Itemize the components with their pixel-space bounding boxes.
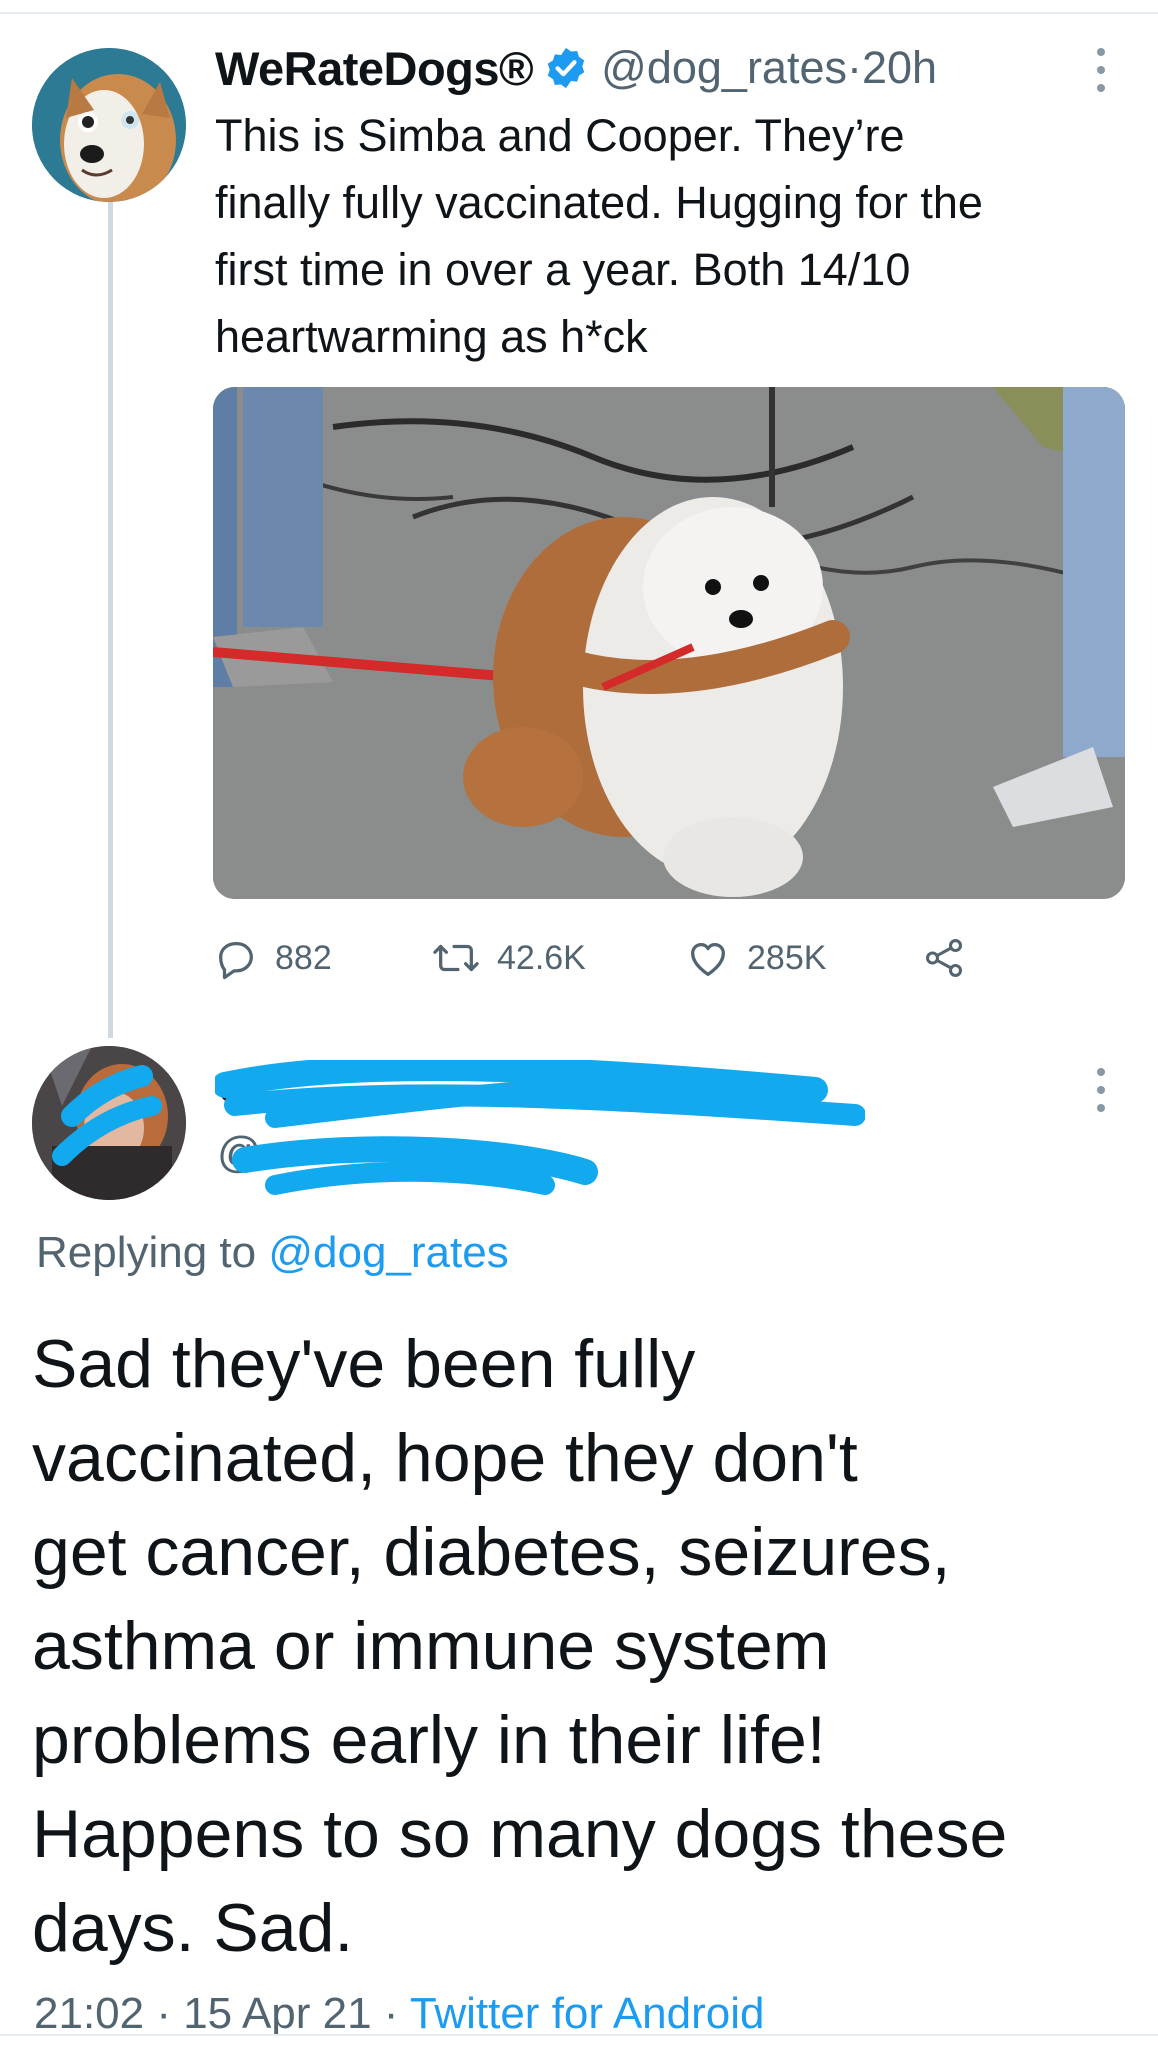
tweet-actions: 882 42.6K 285K [213, 930, 1013, 986]
reply-text-line: get cancer, diabetes, seizures, [32, 1514, 951, 1590]
time-separator: · [847, 42, 862, 93]
reply-bubble-icon [219, 941, 253, 980]
like-count: 285K [747, 938, 827, 977]
dog-avatar-image [32, 48, 186, 202]
reply-body: Sad they've been fully vaccinated, hope … [32, 1317, 1142, 1975]
replying-to-label: Replying to [36, 1228, 269, 1277]
reply-text-line: vaccinated, hope they don't [32, 1420, 858, 1496]
retweet-icon [433, 944, 479, 972]
tweet-body: This is Simba and Cooper. They’re finall… [215, 102, 1115, 370]
reply-text-line: asthma or immune system [32, 1608, 830, 1684]
bottom-divider [0, 2034, 1158, 2036]
tweet-time[interactable]: 20h [862, 42, 937, 94]
tweet-text-line: heartwarming as h*ck [215, 311, 648, 362]
more-options-icon[interactable] [1095, 48, 1107, 92]
reply-text-line: days. Sad. [32, 1890, 354, 1966]
reply-text-line: Happens to so many dogs these [32, 1796, 1008, 1872]
replying-to-handle[interactable]: @dog_rates [268, 1228, 508, 1277]
author-avatar[interactable] [32, 48, 186, 202]
top-divider [0, 12, 1158, 14]
reply-timestamp[interactable]: 21:02 · 15 Apr 21 · [34, 1989, 410, 2035]
reply-author-info-redacted: C @ [215, 1060, 865, 1200]
retweet-button[interactable]: 42.6K [431, 930, 586, 986]
verified-badge-icon [543, 45, 589, 91]
tweet-header: WeRateDogs® @dog_rates · 20h [215, 38, 937, 98]
thread-connector-line [108, 200, 113, 1038]
reply-count: 882 [275, 938, 332, 977]
reply-timestamp-line: 21:02 · 15 Apr 21 · Twitter for Android [34, 1985, 765, 2035]
dogs-hugging-photo [213, 387, 1125, 899]
tweet-text-line: finally fully vaccinated. Hugging for th… [215, 177, 983, 228]
tweet-text-line: This is Simba and Cooper. They’re [215, 110, 905, 161]
author-handle[interactable]: @dog_rates [601, 42, 847, 94]
reply-text-line: Sad they've been fully [32, 1326, 696, 1402]
like-button[interactable]: 285K [685, 930, 826, 986]
reply-text-line: problems early in their life! [32, 1702, 826, 1778]
share-button[interactable] [921, 930, 983, 986]
reply-button[interactable]: 882 [213, 930, 332, 986]
heart-icon [691, 942, 725, 976]
reply-avatar-image [32, 1046, 186, 1200]
tweet-text-line: first time in over a year. Both 14/10 [215, 244, 911, 295]
retweet-count: 42.6K [497, 938, 586, 977]
replying-to-line: Replying to @dog_rates [36, 1228, 509, 1278]
author-name[interactable]: WeRateDogs® [215, 41, 534, 96]
reply-more-options-icon[interactable] [1095, 1068, 1107, 1112]
reply-author-avatar[interactable] [32, 1046, 186, 1200]
tweet-photo[interactable] [213, 387, 1125, 899]
share-icon [925, 939, 963, 977]
reply-client-link[interactable]: Twitter for Android [410, 1989, 765, 2035]
redaction-scribble [215, 1060, 865, 1195]
